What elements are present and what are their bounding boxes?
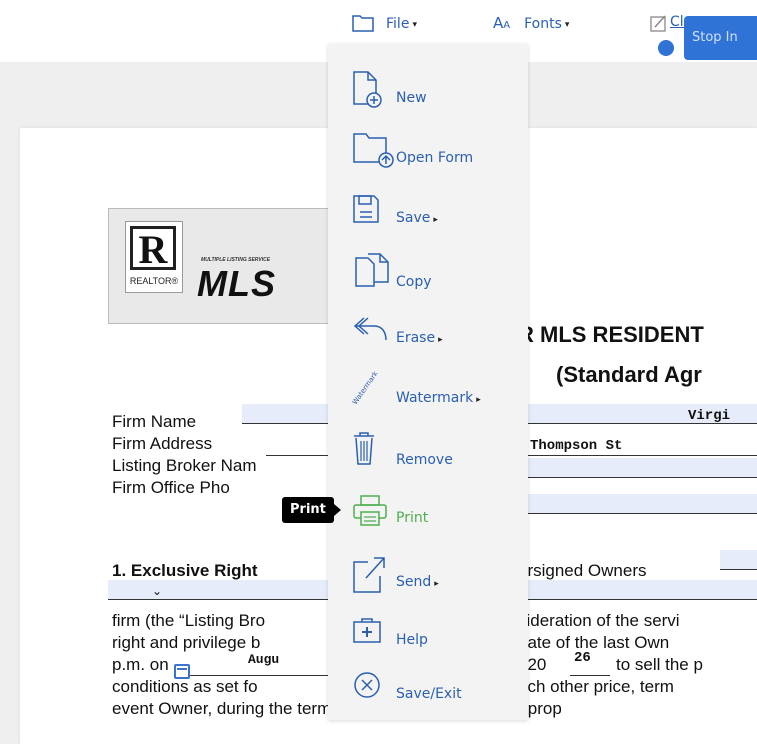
menu-item-new[interactable]: New: [328, 64, 528, 120]
realtor-logo: R REALTOR®: [125, 221, 183, 293]
fonts-menu-button[interactable]: AA Fonts ▾: [493, 14, 569, 32]
menu-item-help[interactable]: Help: [328, 610, 528, 666]
new-document-icon: [353, 71, 382, 108]
save-icon: [353, 195, 379, 223]
submenu-caret-icon: ▸: [438, 335, 443, 345]
stop-button-label: Stop In: [692, 30, 738, 45]
chevron-down-icon: ▾: [564, 20, 570, 30]
help-kit-icon: [353, 618, 381, 643]
menu-item-save-exit[interactable]: Save/Exit: [328, 664, 528, 720]
menu-item-watermark[interactable]: Watermark Watermark ▸: [328, 370, 528, 426]
body-line-3-tail: to sell the p: [616, 655, 703, 674]
fonts-menu-label: Fonts: [524, 16, 562, 32]
section-title: 1. Exclusive Right: [112, 561, 258, 580]
realtor-mls-logo: R REALTOR® MULTIPLE LISTING SERVICE MLS: [108, 208, 340, 324]
year-value: 26: [574, 650, 591, 666]
font-size-icon: AA: [493, 14, 511, 32]
menu-item-open-form[interactable]: Open Form: [328, 124, 528, 180]
menu-item-print[interactable]: Print: [328, 488, 528, 544]
chevron-down-icon: ▾: [412, 20, 417, 30]
date-value: Augu: [248, 652, 280, 667]
submenu-caret-icon: ▸: [433, 215, 438, 225]
firm-name-value: Virgi: [688, 408, 731, 424]
send-icon: [353, 557, 385, 593]
menu-item-send[interactable]: Send ▸: [328, 548, 528, 604]
erase-icon: [353, 317, 387, 341]
menu-item-label: Copy: [396, 274, 432, 290]
body-line-2: right and privilege b: [112, 633, 261, 652]
menu-item-label: New: [396, 90, 427, 106]
file-menu-label: File: [386, 16, 410, 32]
body-line-1-continued: sideration of the servi: [518, 611, 680, 630]
mls-text: MLS: [197, 263, 276, 304]
body-line-4: conditions as set fo: [112, 677, 258, 696]
menu-item-remove[interactable]: Remove: [328, 424, 528, 480]
file-dropdown-menu: New Open Form Save ▸ Copy Erase ▸ Waterm…: [328, 44, 528, 720]
chevron-down-icon[interactable]: ⌄: [152, 584, 162, 598]
menu-item-label: Save/Exit: [396, 686, 462, 702]
owners-field[interactable]: [720, 550, 757, 570]
body-line-3: p.m. on: [112, 655, 169, 674]
body-line-1: firm (the “Listing Bro: [112, 611, 266, 630]
menu-item-erase[interactable]: Erase ▸: [328, 308, 528, 364]
menu-item-save[interactable]: Save ▸: [328, 186, 528, 242]
file-menu-button[interactable]: File ▾: [352, 14, 417, 32]
submenu-caret-icon: ▸: [434, 579, 439, 589]
menu-item-label: Remove: [396, 452, 453, 468]
folder-icon: [352, 15, 374, 32]
submenu-caret-icon: ▸: [476, 395, 481, 405]
body-line-2-continued: date of the last Own: [518, 633, 670, 652]
firm-address-label: Firm Address: [112, 434, 213, 453]
menu-item-copy[interactable]: Copy: [328, 246, 528, 302]
watermark-icon: Watermark: [350, 369, 380, 407]
realtor-text: REALTOR®: [129, 276, 179, 286]
listing-broker-label: Listing Broker Nam: [112, 456, 257, 475]
menu-item-label: Watermark ▸: [396, 390, 481, 406]
menu-item-label: Help: [396, 632, 428, 648]
menu-item-label: Save ▸: [396, 210, 438, 226]
trash-icon: [354, 432, 374, 465]
menu-item-label: Open Form: [396, 150, 474, 166]
close-circle-icon: [354, 672, 380, 698]
printer-icon: [353, 495, 387, 526]
status-dot-icon: [658, 40, 674, 56]
firm-address-value: Thompson St: [530, 438, 623, 454]
firm-office-phone-field[interactable]: [520, 494, 757, 514]
listing-broker-field[interactable]: [520, 458, 757, 478]
body-line-4-continued: uch other price, term: [518, 677, 674, 696]
stop-button[interactable]: Stop In: [684, 16, 757, 60]
section-title-continued: ersigned Owners: [518, 561, 647, 580]
open-folder-icon: [353, 133, 394, 168]
realtor-r-mark: R: [130, 226, 176, 271]
firm-name-label: Firm Name: [112, 412, 197, 431]
document-title: R MLS RESIDENT: [518, 322, 704, 347]
firm-office-phone-label: Firm Office Pho: [112, 478, 230, 497]
document-subtitle: (Standard Agr: [556, 362, 702, 387]
menu-item-label: Print: [396, 510, 429, 526]
copy-icon: [355, 253, 389, 287]
edit-clause-icon: [650, 15, 666, 32]
menu-item-label: Erase ▸: [396, 330, 443, 346]
print-tooltip: Print: [282, 497, 341, 523]
menu-item-label: Send ▸: [396, 574, 439, 590]
